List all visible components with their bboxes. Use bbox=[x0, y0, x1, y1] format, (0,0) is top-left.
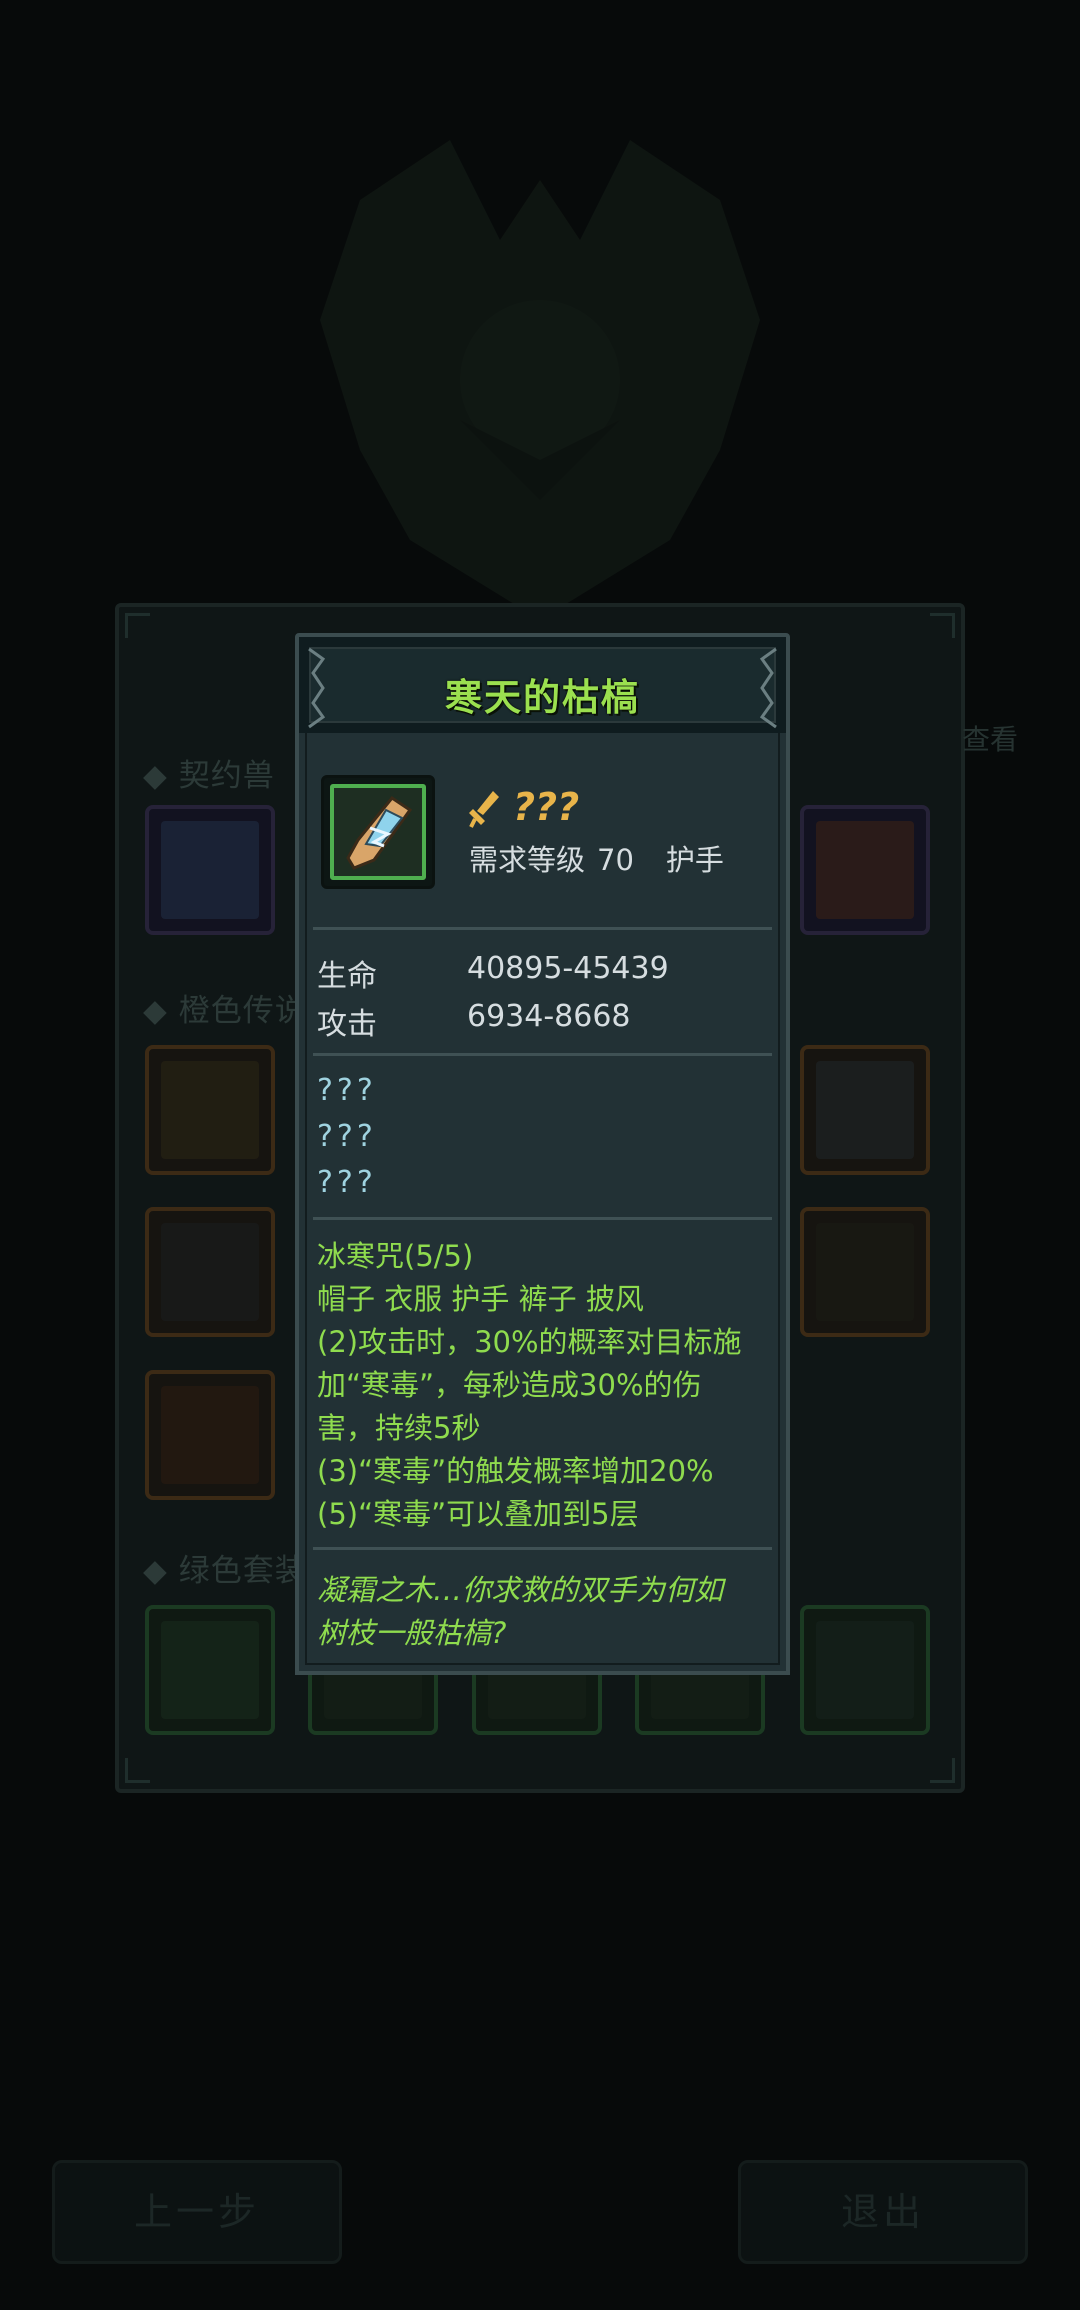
view-label[interactable]: 查看 bbox=[962, 718, 1018, 758]
equipment-slot[interactable] bbox=[800, 1045, 930, 1175]
divider bbox=[313, 1547, 772, 1550]
stat-name: 生命 bbox=[317, 959, 377, 994]
stat-value: 40895-45439 bbox=[467, 951, 669, 986]
item-title: 寒天的枯槁 bbox=[445, 676, 640, 719]
exit-button[interactable]: 退出 bbox=[738, 2160, 1028, 2264]
stat-row-attack: 攻击 6934-8668 bbox=[317, 999, 631, 1043]
set-name: 冰寒咒(5/5) bbox=[317, 1239, 474, 1273]
tooltip-header: 寒天的枯槁 bbox=[295, 633, 790, 737]
item-icon-frame bbox=[321, 775, 435, 889]
section-title-green-set: ◆ 绿色套装 bbox=[143, 1553, 307, 1589]
equipment-slot[interactable] bbox=[800, 1207, 930, 1337]
equipment-slot[interactable] bbox=[145, 1605, 275, 1735]
requirement-row: 需求等级 70 护手 bbox=[469, 837, 736, 879]
boss-silhouette-art bbox=[320, 140, 760, 620]
equipment-slot[interactable] bbox=[145, 1370, 275, 1500]
set-bonus-line: (2)攻击时，30%的概率对目标施 bbox=[317, 1325, 742, 1359]
requirement-label: 需求等级 bbox=[469, 843, 586, 877]
dagger-icon bbox=[469, 791, 499, 828]
set-pieces: 帽子 衣服 护手 裤子 披风 bbox=[317, 1282, 644, 1316]
unknown-attribute: ??? bbox=[317, 1119, 377, 1154]
set-bonus-line: (5)“寒毒”可以叠加到5层 bbox=[317, 1497, 639, 1531]
stat-row-hp: 生命 40895-45439 bbox=[317, 951, 669, 995]
set-bonus-line: 加“寒毒”，每秒造成30%的伤 bbox=[317, 1368, 702, 1402]
stat-name: 攻击 bbox=[317, 1007, 377, 1042]
equipment-slot[interactable] bbox=[145, 1207, 275, 1337]
divider bbox=[313, 1053, 772, 1056]
unknown-attribute: ??? bbox=[317, 1073, 377, 1108]
equipment-slot[interactable] bbox=[800, 805, 930, 935]
set-bonus-line: (3)“寒毒”的触发概率增加20% bbox=[317, 1454, 714, 1488]
section-title-contract-beast: ◆ 契约兽 bbox=[143, 758, 275, 794]
divider bbox=[313, 1217, 772, 1220]
slot-type: 护手 bbox=[665, 843, 724, 877]
tooltip-body: ??? 需求等级 70 护手 生命 40895-45439 攻击 6934-8668… bbox=[295, 733, 790, 1675]
item-tooltip: 寒天的枯槁 ??? 需求等级 70 护手 生命 40895-45439 攻击 6… bbox=[295, 633, 790, 1675]
section-title-orange-legend: ◆ 橙色传说 bbox=[143, 993, 307, 1029]
requirement-level: 70 bbox=[597, 843, 634, 877]
flavor-text: 凝霜之木…你求救的双手为何如 bbox=[317, 1573, 724, 1607]
gauntlet-icon bbox=[346, 795, 413, 870]
equipment-slot[interactable] bbox=[145, 1045, 275, 1175]
equipment-slot[interactable] bbox=[800, 1605, 930, 1735]
equipment-slot[interactable] bbox=[145, 805, 275, 935]
item-quality: ??? bbox=[513, 785, 580, 829]
unknown-attribute: ??? bbox=[317, 1165, 377, 1200]
divider bbox=[313, 927, 772, 930]
set-bonus-line: 害，持续5秒 bbox=[317, 1411, 481, 1445]
prev-step-button[interactable]: 上一步 bbox=[52, 2160, 342, 2264]
flavor-text: 树枝一般枯槁? bbox=[317, 1616, 507, 1650]
stat-value: 6934-8668 bbox=[467, 999, 631, 1034]
